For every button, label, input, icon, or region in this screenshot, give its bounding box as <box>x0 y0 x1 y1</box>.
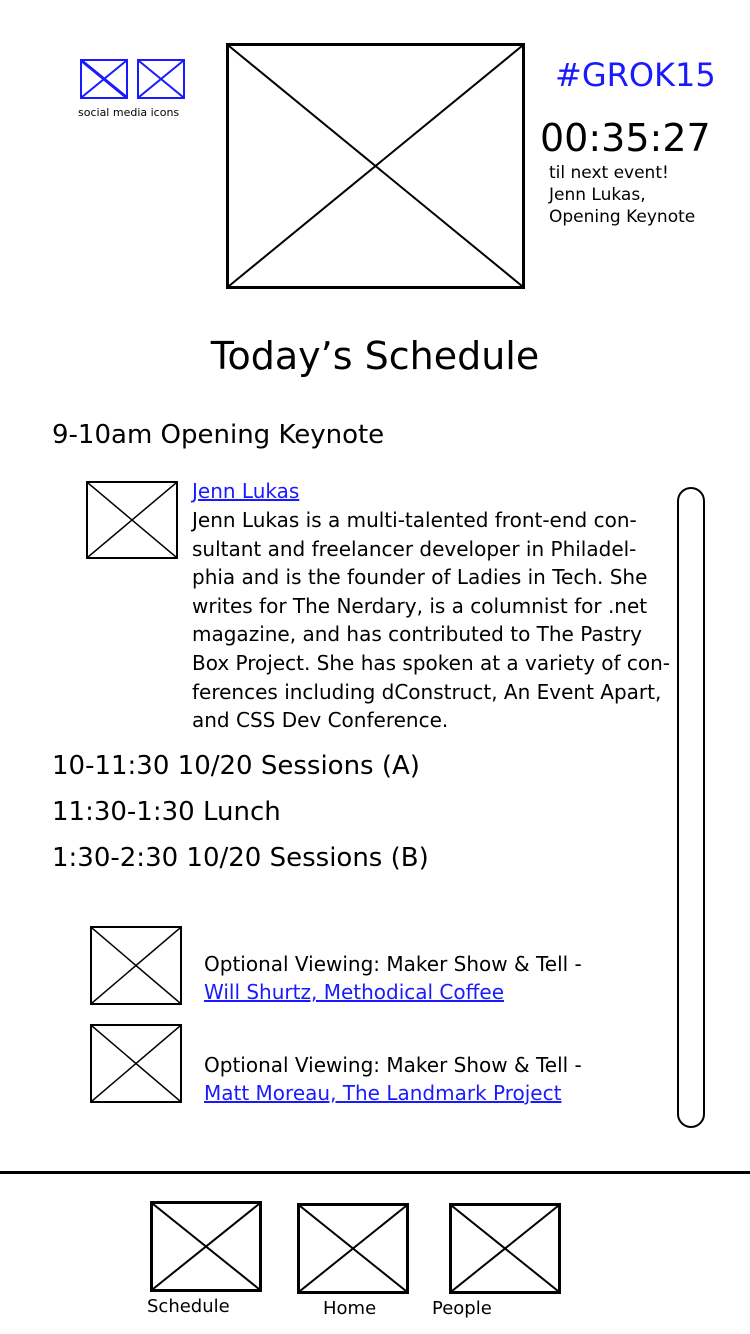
social-media-caption: social media icons <box>78 106 180 119</box>
optional-viewing-label: Optional Viewing: Maker Show & Tell - <box>204 952 582 976</box>
speaker-name-link[interactable]: Jenn Lukas <box>192 479 299 503</box>
speaker-bio-line: sultant and freelancer developer in Phil… <box>192 536 637 561</box>
schedule-slot-sessions-b[interactable]: 1:30-2:30 10/20 Sessions (B) <box>52 843 429 873</box>
schedule-icon <box>150 1201 262 1292</box>
next-event-info: til next event! Jenn Lukas, Opening Keyn… <box>549 162 729 228</box>
next-event-title: Opening Keynote <box>549 207 696 227</box>
nav-label-people: People <box>432 1298 492 1319</box>
optional-viewing-label: Optional Viewing: Maker Show & Tell - <box>204 1053 582 1077</box>
countdown-timer: 00:35:27 <box>540 116 711 160</box>
event-hashtag[interactable]: #GROK15 <box>555 56 716 94</box>
speaker-bio-line: phia and is the founder of Ladies in Tec… <box>192 565 648 590</box>
next-event-speaker: Jenn Lukas, <box>549 185 646 205</box>
speaker-bio: Jenn Lukas is a multi-talented front-end… <box>192 506 672 735</box>
speaker-bio-line: magazine, and has contributed to The Pas… <box>192 622 642 647</box>
speaker-bio-line: Jenn Lukas is a multi-talented front-end… <box>192 508 637 532</box>
nav-label-schedule: Schedule <box>147 1296 230 1317</box>
page-title: Today’s Schedule <box>210 334 540 378</box>
nav-divider <box>0 1171 750 1174</box>
optional-viewing-link[interactable]: Matt Moreau, The Landmark Project <box>204 1081 561 1105</box>
speaker-bio-line: Box Project. She has spoken at a variety… <box>192 650 671 675</box>
optional-viewing-thumbnail <box>90 1024 182 1103</box>
speaker-bio-line: and CSS Dev Conference. <box>192 708 449 733</box>
optional-viewing-link[interactable]: Will Shurtz, Methodical Coffee <box>204 980 504 1004</box>
schedule-slot-sessions-a[interactable]: 10-11:30 10/20 Sessions (A) <box>52 751 420 781</box>
people-icon <box>449 1203 561 1294</box>
scrollbar[interactable] <box>677 487 705 1128</box>
speaker-photo <box>86 481 178 559</box>
schedule-slot-lunch[interactable]: 11:30-1:30 Lunch <box>52 797 281 827</box>
social-icon-2[interactable] <box>137 59 185 99</box>
speaker-bio-line: writes for The Nerdary, is a columnist f… <box>192 593 648 618</box>
optional-viewing-thumbnail <box>90 926 182 1005</box>
schedule-slot-keynote[interactable]: 9-10am Opening Keynote <box>52 420 384 450</box>
social-icon-1[interactable] <box>80 59 128 99</box>
home-icon <box>297 1203 409 1294</box>
speaker-bio-line: ferences including dConstruct, An Event … <box>192 679 662 704</box>
event-logo-image <box>226 43 525 289</box>
next-event-caption: til next event! <box>549 163 669 183</box>
nav-label-home: Home <box>323 1298 377 1319</box>
